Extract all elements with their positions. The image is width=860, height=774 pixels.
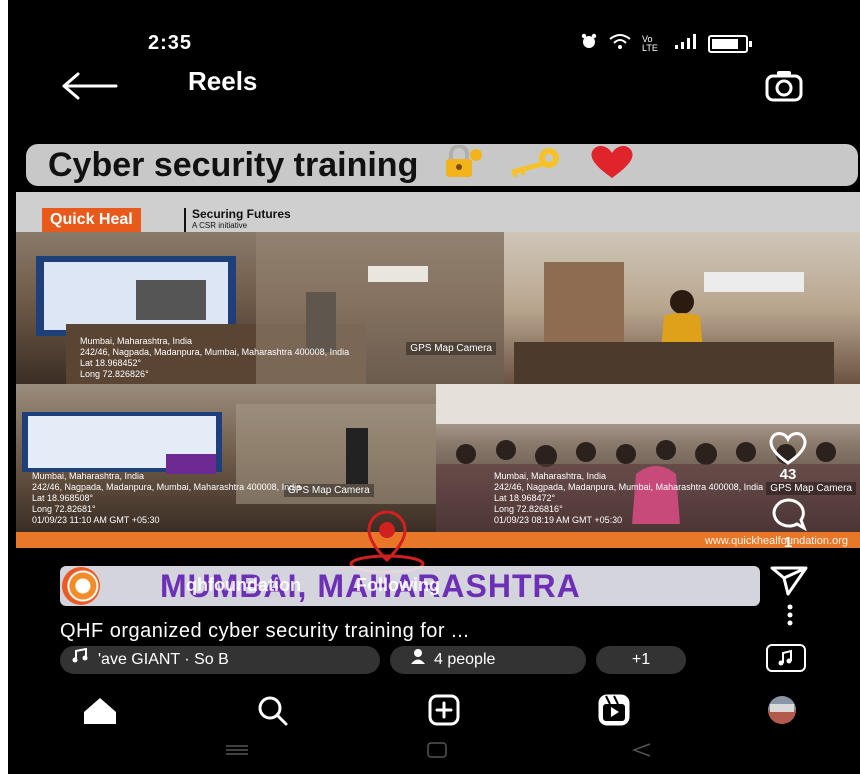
gps-label-3: GPS Map Camera <box>766 482 856 495</box>
triangle-back-icon <box>631 743 651 757</box>
camera-button[interactable] <box>764 66 804 106</box>
caption-line: Lat 18.968452° <box>80 358 142 368</box>
caption-line: 242/46, Nagpada, Madanpura, Mumbai, Maha… <box>494 482 764 492</box>
system-back-button[interactable] <box>626 738 656 762</box>
volte-label: Vo LTE <box>642 33 658 53</box>
caption-line: 242/46, Nagpada, Madanpura, Mumbai, Maha… <box>32 482 302 492</box>
music-note-icon <box>778 649 792 666</box>
quick-heal-logo: Quick Heal <box>42 208 141 232</box>
speaker-podium-icon <box>514 262 834 384</box>
phone-screen: 2:35 Vo LTE Reels Cyber security trainin… <box>8 0 860 774</box>
footer-strip: www.quickhealfoundation.org <box>16 532 860 548</box>
music-chip[interactable]: 'ave GIANT · So B <box>60 646 380 674</box>
reel-caption[interactable]: QHF organized cyber security training fo… <box>60 620 469 643</box>
more-vertical-icon <box>787 604 793 626</box>
search-icon <box>258 696 288 726</box>
tagline-sub: A CSR initiative <box>192 221 248 230</box>
system-menu-button[interactable] <box>222 738 252 762</box>
nav-search[interactable] <box>252 690 296 730</box>
photo-caption-2: Mumbai, Maharashtra, India 242/46, Nagpa… <box>32 471 301 526</box>
comment-button[interactable] <box>766 496 810 537</box>
plus-square-icon <box>428 694 460 726</box>
nav-home[interactable] <box>78 690 122 730</box>
like-button[interactable] <box>766 430 810 471</box>
alarm-icon <box>580 32 598 55</box>
banner-text: Cyber security training <box>48 146 419 184</box>
nav-create[interactable] <box>422 690 466 730</box>
caption-line: Long 72.826816° <box>494 504 563 514</box>
audio-button[interactable] <box>766 644 806 672</box>
nav-reels[interactable] <box>592 690 636 730</box>
signal-icon <box>674 33 698 54</box>
gps-label-1: GPS Map Camera <box>406 342 496 355</box>
author-row: MUMBAI, MAHARASHTRA qhfoundation Followi… <box>60 566 760 606</box>
person-icon <box>410 646 426 674</box>
wifi-icon <box>608 32 632 55</box>
back-button[interactable] <box>60 66 120 106</box>
caption-line: 01/09/23 08:19 AM GMT +05:30 <box>494 515 623 525</box>
photo-caption-3: Mumbai, Maharashtra, India 242/46, Nagpa… <box>494 471 763 526</box>
system-home-button[interactable] <box>422 738 452 762</box>
caption-line: 242/46, Nagpada, Madanpura, Mumbai, Maha… <box>80 347 350 357</box>
caption-line: Mumbai, Maharashtra, India <box>494 471 607 481</box>
home-icon <box>84 698 116 724</box>
caption-line: Long 72.82681° <box>32 504 96 514</box>
more-options-button[interactable] <box>786 604 794 626</box>
tagged-people-chip[interactable]: 4 people <box>390 646 586 674</box>
caption-line: 01/09/23 11:10 AM GMT +05:30 <box>32 515 160 525</box>
square-home-icon <box>427 742 447 758</box>
photo-training-hall-1: GPS Map Camera Mumbai, Maharashtra, Indi… <box>16 232 504 384</box>
menu-lines-icon <box>226 745 248 755</box>
lock-key-icon <box>440 144 484 189</box>
comment-icon <box>772 498 807 532</box>
arrow-left-icon <box>62 72 118 100</box>
page-title: Reels <box>188 66 258 96</box>
caption-line: Lat 18.968472° <box>494 493 556 503</box>
camera-icon <box>765 71 803 102</box>
music-note-icon <box>72 646 88 674</box>
author-avatar[interactable] <box>62 567 100 605</box>
send-icon <box>770 566 808 596</box>
tagline: Securing Futures A CSR initiative <box>184 208 291 232</box>
key-icon <box>505 145 565 189</box>
heart-icon <box>769 432 807 465</box>
photo-speaker <box>504 232 860 384</box>
photo-caption-1: Mumbai, Maharashtra, India 242/46, Nagpa… <box>80 336 349 380</box>
following-button[interactable]: Following <box>356 575 440 596</box>
author-name[interactable]: qhfoundation <box>186 575 301 596</box>
share-button[interactable] <box>766 562 810 603</box>
music-track: 'ave GIANT · So B <box>98 651 229 669</box>
tagline-text: Securing Futures <box>192 207 291 221</box>
caption-line: Long 72.826826° <box>80 369 149 379</box>
reel-title-banner: Cyber security training <box>26 144 858 186</box>
profile-avatar-icon <box>768 696 796 724</box>
heart-emoji-icon <box>587 144 637 190</box>
comment-count: 1 <box>783 534 793 551</box>
nav-profile[interactable] <box>760 690 804 730</box>
like-count: 43 <box>779 466 797 483</box>
more-tags-chip[interactable]: +1 <box>596 646 686 674</box>
caption-line: Lat 18.968508° <box>32 493 94 503</box>
people-count: 4 people <box>434 651 496 669</box>
status-icons: Vo LTE <box>580 32 752 55</box>
reel-video[interactable]: Quick Heal Securing Futures A CSR initia… <box>16 192 860 548</box>
battery-icon <box>708 34 752 53</box>
caption-line: Mumbai, Maharashtra, India <box>32 471 145 481</box>
caption-line: Mumbai, Maharashtra, India <box>80 336 193 346</box>
status-time: 2:35 <box>148 32 193 54</box>
reels-icon <box>598 694 630 726</box>
